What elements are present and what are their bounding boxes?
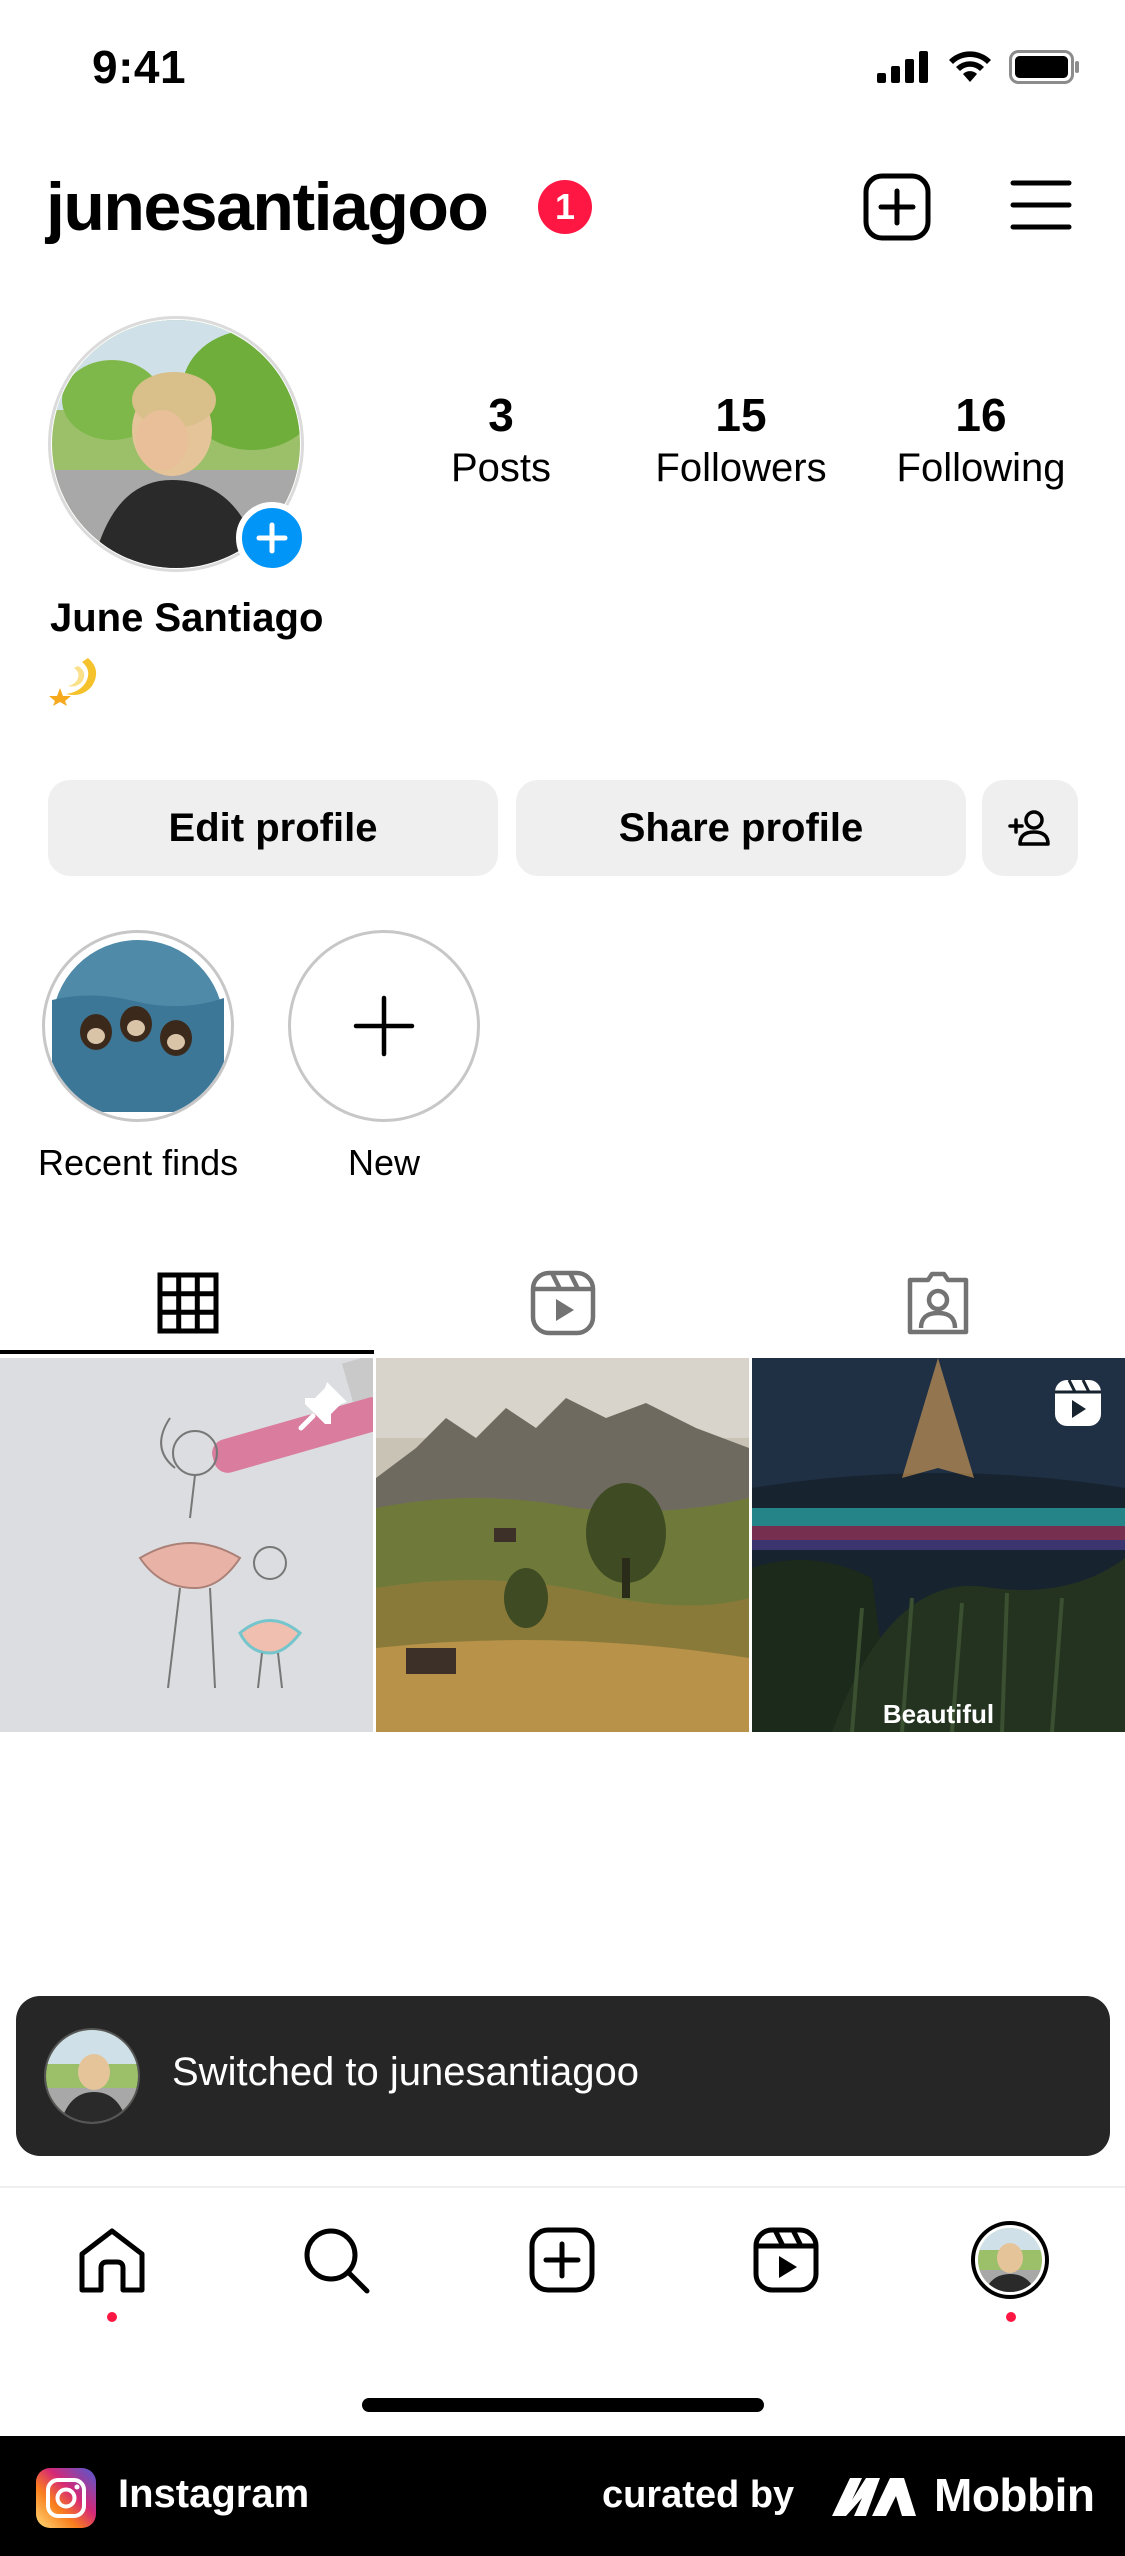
battery-icon	[1009, 50, 1079, 84]
profile-avatar-icon	[971, 2221, 1049, 2299]
attribution-footer: Instagram curated by Mobbin	[0, 2436, 1125, 2556]
display-name: June Santiago	[50, 596, 324, 640]
create-icon	[529, 2227, 595, 2293]
reels-icon	[530, 1270, 595, 1336]
toast-avatar	[44, 2028, 140, 2124]
cellular-signal-icon	[877, 51, 928, 83]
tab-bar-reels[interactable]	[746, 2220, 826, 2300]
new-highlight-circle	[288, 930, 480, 1122]
highlight-label: New	[347, 1142, 421, 1183]
tab-reels[interactable]	[375, 1250, 750, 1356]
stat-posts[interactable]: 3 Posts	[391, 388, 611, 491]
discover-people-button[interactable]	[982, 780, 1078, 876]
reels-icon	[753, 2227, 819, 2293]
add-story-button[interactable]	[236, 502, 308, 574]
tagged-icon	[907, 1271, 968, 1335]
profile-activity-dot	[1006, 2312, 1016, 2322]
stat-value: 3	[488, 389, 514, 441]
mountain-landscape-post[interactable]	[376, 1358, 749, 1732]
footer-brand: Mobbin	[934, 2469, 1095, 2521]
posts-grid: Beautiful	[0, 1358, 1125, 1732]
tab-posts-grid[interactable]	[0, 1250, 375, 1356]
plus-icon	[256, 522, 288, 554]
account-switcher-username[interactable]: junesantiagoo	[46, 168, 489, 246]
stat-value: 16	[955, 389, 1007, 441]
grid-icon	[157, 1272, 218, 1334]
share-profile-button[interactable]: Share profile	[516, 780, 966, 876]
highlight-cover	[42, 930, 234, 1122]
footer-curated-by: curated by	[602, 2474, 795, 2516]
status-time: 9:41	[92, 41, 187, 93]
tab-bar-search[interactable]	[296, 2220, 376, 2300]
active-tab-indicator	[0, 1350, 374, 1354]
stat-following[interactable]: 16 Following	[871, 388, 1091, 491]
home-activity-dot	[107, 2312, 117, 2322]
footer-app-name: Instagram	[118, 2472, 310, 2516]
stat-followers[interactable]: 15 Followers	[631, 388, 851, 491]
tab-bar-create[interactable]	[522, 2220, 602, 2300]
stat-label: Following	[896, 446, 1066, 490]
mobbin-logo-icon	[832, 2478, 916, 2516]
add-person-icon	[1008, 810, 1050, 846]
home-icon	[79, 2228, 145, 2293]
reel-indicator-icon	[1055, 1379, 1101, 1426]
tab-bar-divider	[0, 2186, 1125, 2188]
reel-caption: Beautiful	[882, 1699, 995, 1729]
stat-label: Posts	[450, 446, 552, 490]
dizzy-emoji-icon	[49, 658, 97, 706]
status-icons	[877, 50, 1081, 84]
plus-icon	[353, 995, 415, 1057]
instagram-logo-icon	[36, 2468, 96, 2528]
notification-badge: 1	[538, 180, 592, 234]
wifi-icon	[949, 51, 991, 82]
new-highlight-button[interactable]: New	[284, 930, 484, 1184]
highlight-label: Recent finds	[38, 1142, 239, 1183]
hamburger-menu-icon[interactable]	[1010, 178, 1072, 232]
stat-label: Followers	[655, 446, 827, 490]
tab-tagged[interactable]	[750, 1250, 1125, 1356]
stat-value: 15	[715, 389, 767, 441]
create-post-icon[interactable]	[862, 172, 932, 242]
northern-lights-reel-post[interactable]: Beautiful	[752, 1358, 1125, 1732]
tab-bar-profile[interactable]	[970, 2220, 1050, 2300]
status-bar: 9:41	[0, 0, 1125, 140]
profile-header: junesantiagoo 1	[0, 150, 1125, 270]
ballerina-drawing-post[interactable]	[0, 1358, 373, 1732]
edit-profile-button[interactable]: Edit profile	[48, 780, 498, 876]
toast-message: Switched to junesantiagoo	[172, 2050, 639, 2094]
home-indicator	[362, 2398, 764, 2412]
highlight-recent-finds[interactable]: Recent finds	[38, 930, 238, 1184]
pinned-icon	[298, 1382, 347, 1431]
account-switched-toast: Switched to junesantiagoo	[16, 1996, 1110, 2156]
profile-tabs	[0, 1250, 1125, 1356]
tab-bar-home[interactable]	[72, 2220, 152, 2300]
search-icon	[304, 2228, 370, 2294]
